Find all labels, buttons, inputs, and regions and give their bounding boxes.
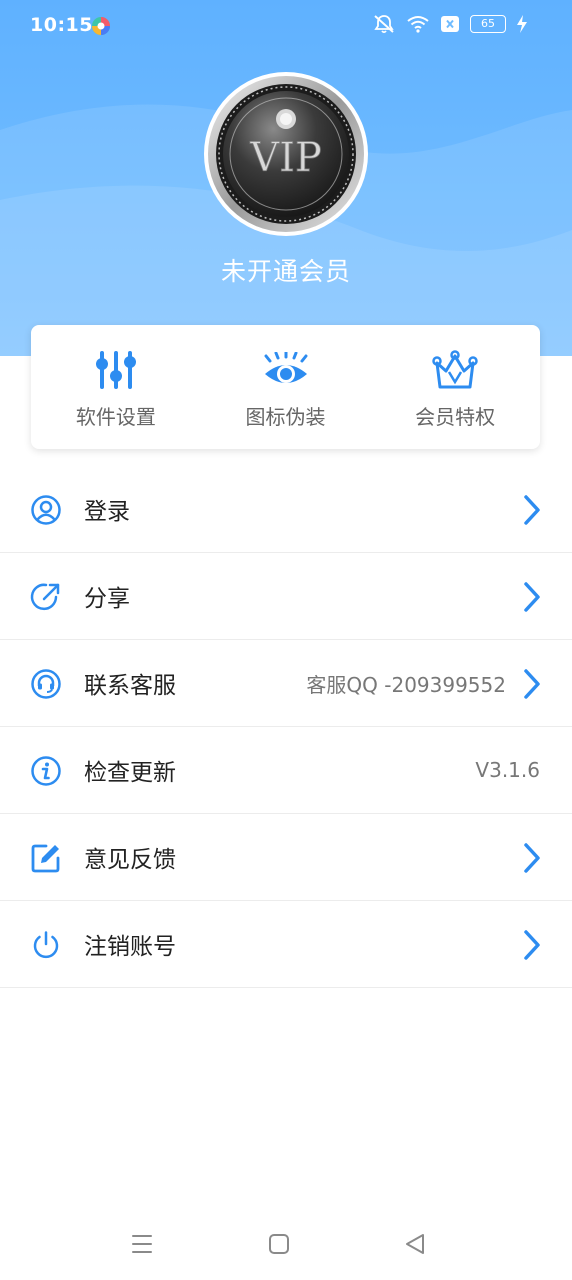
- menu-item-share[interactable]: 分享: [0, 553, 572, 640]
- chevron-right-icon: [524, 930, 540, 960]
- quick-action-label: 图标伪装: [245, 405, 326, 429]
- member-status-label: 未开通会员: [220, 257, 351, 286]
- menu-item-label: 分享: [84, 586, 130, 612]
- app-version-value: V3.1.6: [475, 758, 540, 782]
- mute-icon: [374, 15, 394, 34]
- menu-icon[interactable]: [131, 1233, 153, 1255]
- headset-icon: [31, 669, 61, 699]
- vip-badge-avatar[interactable]: VIP: [203, 71, 369, 237]
- quick-action-member-privileges[interactable]: 会员特权: [370, 325, 540, 449]
- menu-item-label: 意见反馈: [84, 847, 176, 873]
- status-bar: 10:15 65: [0, 0, 572, 50]
- share-icon: [30, 583, 60, 611]
- battery-level: 65: [481, 17, 495, 30]
- edit-icon: [31, 844, 60, 873]
- quick-action-icon-disguise[interactable]: 图标伪装: [201, 325, 371, 449]
- power-icon: [33, 931, 59, 959]
- user-icon: [31, 495, 61, 525]
- sliders-icon: [95, 351, 136, 389]
- menu-item-contact-support[interactable]: 联系客服 客服QQ -209399552: [0, 640, 572, 727]
- menu-item-check-update[interactable]: 检查更新 V3.1.6: [0, 727, 572, 814]
- quick-action-label: 会员特权: [415, 405, 496, 429]
- home-icon[interactable]: [268, 1233, 290, 1255]
- charging-icon: [517, 15, 527, 33]
- quick-action-software-settings[interactable]: 软件设置: [31, 325, 201, 449]
- quick-action-label: 软件设置: [75, 405, 156, 429]
- menu-item-label: 登录: [84, 499, 130, 525]
- menu-item-label: 联系客服: [84, 673, 176, 699]
- back-icon[interactable]: [404, 1233, 426, 1255]
- system-nav-bar: [0, 1215, 572, 1275]
- chevron-right-icon: [524, 843, 540, 873]
- chevron-right-icon: [524, 582, 540, 612]
- menu-item-label: 检查更新: [84, 760, 176, 786]
- status-time: 10:15: [30, 14, 93, 36]
- profile-header: 10:15 65 VIP 未开通会员: [0, 0, 572, 356]
- vip-badge-text: VIP: [249, 135, 322, 181]
- eye-icon: [264, 352, 307, 383]
- quick-actions-card: 软件设置 图标伪装 会员特权: [31, 325, 540, 449]
- vip-badge-icon: VIP: [204, 72, 368, 236]
- chevron-right-icon: [524, 495, 540, 525]
- wifi-icon: [407, 16, 429, 33]
- info-icon: [31, 756, 61, 786]
- menu-item-login[interactable]: 登录: [0, 466, 572, 553]
- menu-item-delete-account[interactable]: 注销账号: [0, 901, 572, 988]
- app-logo-icon: [92, 17, 110, 35]
- crown-icon: [432, 350, 478, 389]
- settings-menu: 登录 分享 联系客服 客服QQ -209399552 检查更新 V3.1.6 意…: [0, 466, 572, 988]
- menu-item-label: 注销账号: [84, 934, 176, 960]
- battery-icon: 65: [470, 15, 506, 33]
- sim-x-icon: [441, 16, 459, 32]
- chevron-right-icon: [524, 669, 540, 699]
- menu-item-feedback[interactable]: 意见反馈: [0, 814, 572, 901]
- support-qq-value: 客服QQ -209399552: [306, 672, 506, 697]
